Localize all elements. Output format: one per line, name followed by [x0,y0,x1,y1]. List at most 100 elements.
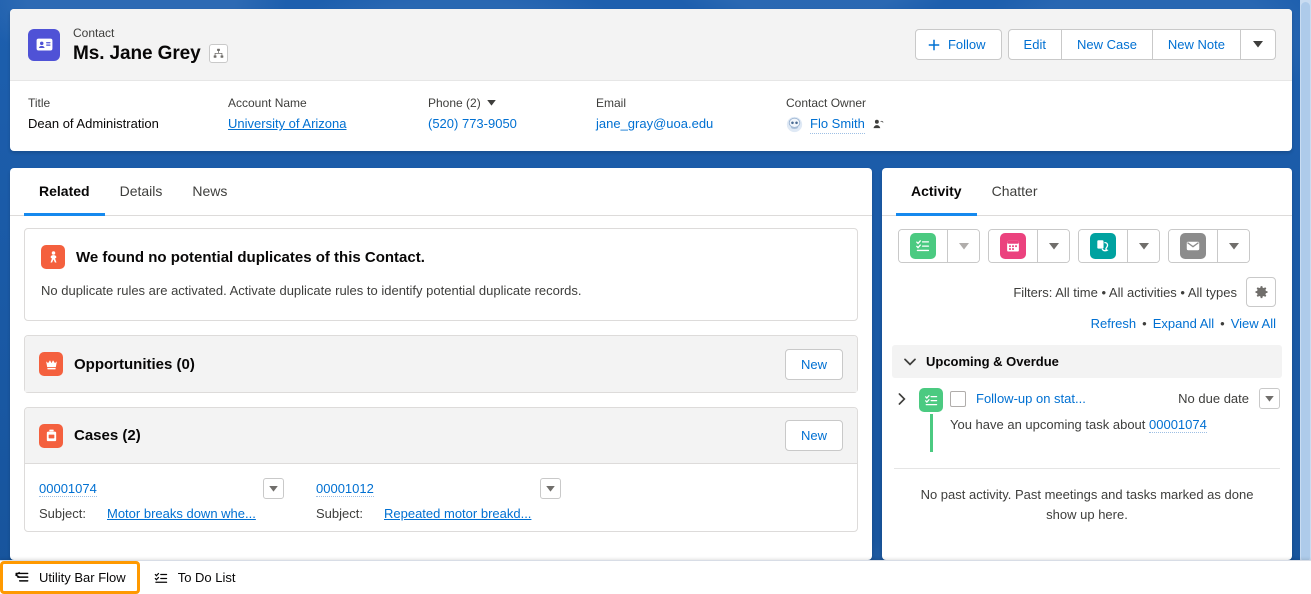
phone-link[interactable]: (520) 773-9050 [428,116,517,131]
field-title: Title Dean of Administration [28,96,159,131]
task-details: Follow-up on stat... No due date You hav… [950,388,1280,452]
log-a-call-caret-button[interactable] [1127,230,1159,262]
tab-chatter[interactable]: Chatter [977,169,1053,216]
expand-task-button[interactable] [892,388,912,452]
record-highlights-panel: Contact Ms. Jane Grey Follow Edit New Ca… [10,9,1292,151]
new-opportunity-button[interactable]: New [785,348,843,380]
field-contact-owner: Contact Owner Flo Smith [786,95,884,134]
email-caret-button[interactable] [1217,230,1249,262]
cases-card: Cases (2) New 00001074 Subject: Motor br… [24,407,858,532]
case-subject-link[interactable]: Repeated motor breakd... [384,506,531,521]
new-event-button-group [988,229,1070,263]
hierarchy-icon[interactable] [208,43,228,63]
list-item: 00001074 Subject: Motor breaks down whe.… [39,478,316,521]
utility-bar: Utility Bar Flow To Do List [0,560,1311,594]
task-icon [910,233,936,259]
task-due-date: No due date [1178,391,1249,406]
new-event-caret-button[interactable] [1037,230,1069,262]
page-scrollbar[interactable] [1300,0,1311,594]
case-subject-label: Subject: [39,506,86,521]
task-icon-column [912,388,950,452]
refresh-link[interactable]: Refresh [1091,316,1137,331]
field-email: Email jane_gray@uoa.edu [596,96,714,131]
chevron-down-icon [904,358,916,366]
new-case-related-button[interactable]: New [785,420,843,451]
view-all-link[interactable]: View All [1231,316,1276,331]
task-related-record-link[interactable]: 00001074 [1149,417,1207,433]
avatar [786,116,803,133]
utility-item-to-do-list[interactable]: To Do List [140,561,250,594]
upcoming-and-overdue-section-header[interactable]: Upcoming & Overdue [892,345,1282,378]
duplicate-check-icon [41,245,65,269]
task-subject-link[interactable]: Follow-up on stat... [976,391,1168,406]
log-a-call-button[interactable] [1079,230,1127,262]
plus-icon [928,39,940,51]
gear-icon[interactable] [1246,277,1276,307]
record-header-top: Contact Ms. Jane Grey Follow Edit New Ca… [10,9,1292,81]
utility-item-label: To Do List [177,570,236,585]
task-row-menu-button[interactable] [1259,388,1280,409]
case-row-menu-button[interactable] [540,478,561,499]
tab-news[interactable]: News [177,169,242,216]
list-item: 00001012 Subject: Repeated motor breakd.… [316,478,593,521]
follow-button[interactable]: Follow [914,29,1002,60]
cases-list: 00001074 Subject: Motor breaks down whe.… [25,464,857,531]
calendar-icon [1000,233,1026,259]
email-button-group [1168,229,1250,263]
new-event-button[interactable] [989,230,1037,262]
activity-timeline-item: Follow-up on stat... No due date You hav… [882,378,1292,452]
utility-item-utility-bar-flow[interactable]: Utility Bar Flow [0,561,140,594]
email-button[interactable] [1169,230,1217,262]
timeline-connector [929,414,933,452]
account-name-link[interactable]: University of Arizona [228,116,347,131]
case-number-link[interactable]: 00001074 [39,481,97,497]
activity-action-toolbar [882,216,1292,263]
case-briefcase-icon [39,423,63,448]
expand-all-link[interactable]: Expand All [1153,316,1214,331]
new-case-button[interactable]: New Case [1061,29,1153,60]
task-complete-checkbox[interactable] [950,390,966,407]
cases-card-title: Cases (2) [74,427,141,444]
field-phone-label: Phone (2) [428,96,481,110]
page-scrollbar-thumb[interactable] [1301,2,1310,562]
edit-button[interactable]: Edit [1007,29,1062,60]
record-tabset: Related Details News [10,168,872,216]
email-icon [1180,233,1206,259]
new-task-caret-button[interactable] [947,230,979,262]
tab-activity[interactable]: Activity [896,169,977,216]
activity-filters-text: Filters: All time • All activities • All… [1013,284,1237,300]
task-icon [919,388,943,412]
new-task-button[interactable] [899,230,947,262]
more-actions-button[interactable] [1241,29,1276,60]
links-separator: • [1220,316,1225,331]
email-link[interactable]: jane_gray@uoa.edu [596,116,713,131]
case-row-menu-button[interactable] [263,478,284,499]
contact-card-icon [28,28,60,61]
tab-related[interactable]: Related [24,169,105,216]
record-fields-row: Title Dean of Administration Account Nam… [10,81,1292,134]
change-owner-icon[interactable] [872,118,884,130]
activity-tabset: Activity Chatter [882,168,1292,216]
utility-item-label: Utility Bar Flow [39,570,126,585]
new-note-button[interactable]: New Note [1152,29,1241,60]
field-title-value: Dean of Administration [28,116,159,131]
flow-icon [14,570,30,585]
page-title: Ms. Jane Grey [73,42,201,64]
opportunity-crown-icon [39,352,63,376]
phone-chevron-down-icon[interactable] [486,100,496,106]
log-a-call-button-group [1078,229,1160,263]
field-account-name: Account Name University of Arizona [228,96,347,131]
record-type-label: Contact [73,25,115,40]
tab-details[interactable]: Details [105,169,178,216]
duplicate-card-body: No duplicate rules are activated. Activa… [41,283,582,298]
record-title-block: Contact Ms. Jane Grey [73,25,915,65]
activity-panel: Activity Chatter Filters: All time • All… [882,168,1292,560]
no-past-activity-message: No past activity. Past meetings and task… [920,487,1254,522]
case-subject-link[interactable]: Motor breaks down whe... [107,506,256,521]
duplicate-card-title: We found no potential duplicates of this… [76,248,425,266]
case-subject-label: Subject: [316,506,363,521]
todo-list-icon [154,571,169,585]
related-lists-panel: Related Details News We found no potenti… [10,168,872,560]
contact-owner-link[interactable]: Flo Smith [810,114,865,134]
case-number-link[interactable]: 00001012 [316,481,374,497]
